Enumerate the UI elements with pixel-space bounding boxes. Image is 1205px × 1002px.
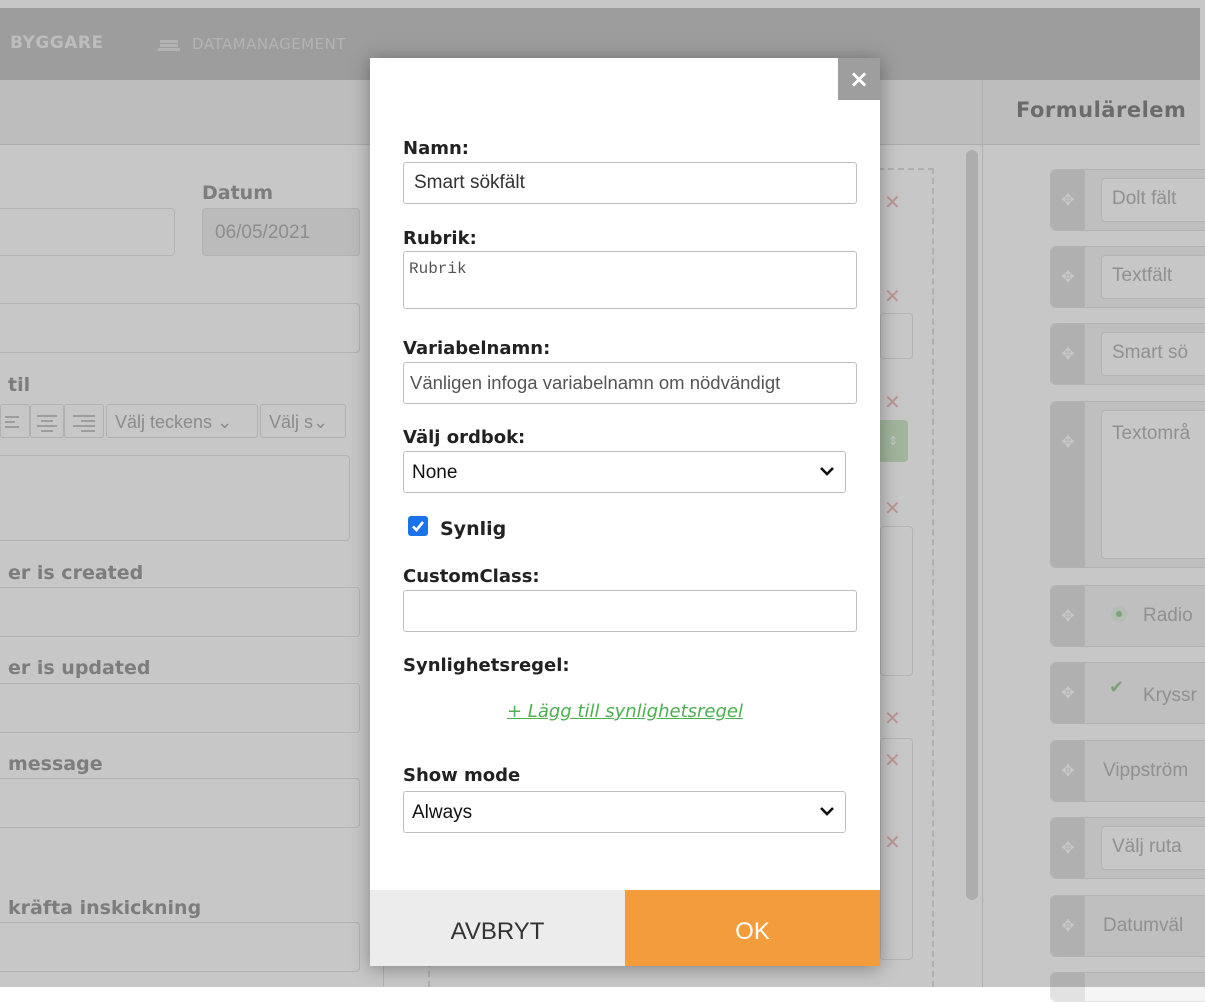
rubrik-label: Rubrik: bbox=[403, 228, 477, 249]
chevron-down-icon bbox=[820, 807, 834, 816]
name-input[interactable] bbox=[403, 162, 857, 204]
dictionary-label: Välj ordbok: bbox=[403, 427, 526, 448]
add-visibility-rule-container: + Lägg till synlighetsregel bbox=[370, 701, 880, 722]
show-mode-select[interactable]: Always bbox=[403, 791, 846, 833]
dictionary-select-value: None bbox=[412, 462, 458, 483]
variable-name-label: Variabelnamn: bbox=[403, 338, 551, 359]
close-button[interactable]: × bbox=[838, 58, 880, 100]
show-mode-label: Show mode bbox=[403, 765, 521, 786]
visibility-rule-label: Synlighetsregel: bbox=[403, 655, 570, 676]
name-label: Namn: bbox=[403, 138, 469, 159]
ok-button[interactable]: OK bbox=[625, 890, 880, 966]
visible-checkbox[interactable] bbox=[408, 516, 428, 536]
customclass-label: CustomClass: bbox=[403, 566, 540, 587]
close-icon: × bbox=[848, 65, 870, 93]
cancel-button[interactable]: AVBRYT bbox=[370, 890, 625, 966]
variable-name-input[interactable] bbox=[403, 362, 857, 404]
show-mode-select-value: Always bbox=[412, 802, 473, 823]
add-visibility-rule-link[interactable]: + Lägg till synlighetsregel bbox=[507, 701, 743, 722]
visible-label: Synlig bbox=[440, 518, 507, 540]
customclass-input[interactable] bbox=[403, 590, 857, 632]
check-icon bbox=[412, 521, 425, 532]
chevron-down-icon bbox=[820, 467, 834, 476]
dictionary-select[interactable]: None bbox=[403, 451, 846, 493]
rubrik-textarea[interactable] bbox=[403, 251, 857, 309]
